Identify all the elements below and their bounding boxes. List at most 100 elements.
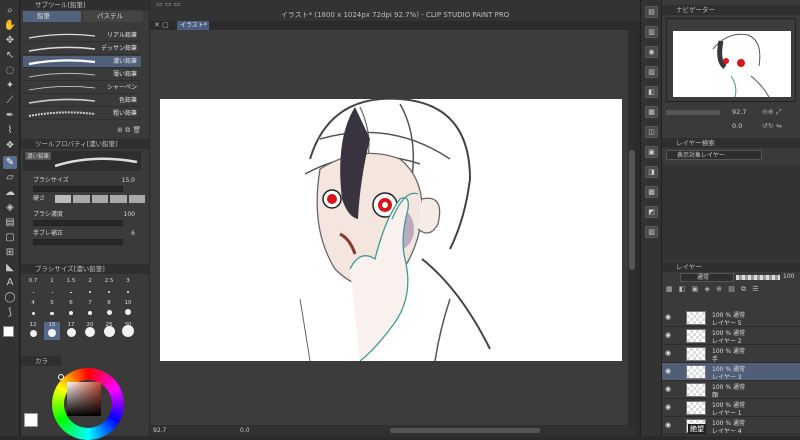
document-tab[interactable]: イラスト*: [177, 21, 209, 30]
color-square[interactable]: [67, 382, 101, 416]
layer-row[interactable]: ◉ 100 % 通常 レイヤー 4: [662, 417, 800, 435]
brush-size-slider[interactable]: [33, 186, 123, 192]
panel-icon[interactable]: ▦: [645, 106, 658, 118]
eye-icon[interactable]: ◉: [665, 385, 671, 393]
pen-tool-icon[interactable]: ✒: [3, 109, 17, 122]
lasso-tool-icon[interactable]: ◌: [3, 64, 17, 77]
brush-item-selected[interactable]: 濃い鉛筆: [23, 56, 141, 68]
brush-size-option[interactable]: 10: [120, 300, 136, 318]
density-value[interactable]: 100: [124, 209, 135, 220]
layer-search-filter[interactable]: 表示対象レイヤー: [666, 150, 762, 160]
brush-size-option[interactable]: 3: [120, 278, 136, 296]
layer-toolbar[interactable]: ▦ ◧ ▣ ◈ ⊕ ▤ ⧉ ☰: [666, 285, 796, 295]
brush-item[interactable]: シャーペン: [23, 82, 141, 94]
window-buttons[interactable]: ▭ ▭ ▭: [156, 0, 180, 8]
layer-row[interactable]: ◉ 100 % 通常顔: [662, 381, 800, 399]
brush-size-option[interactable]: 0.7: [25, 278, 41, 296]
opacity-slider[interactable]: [736, 275, 780, 280]
move-tool-icon[interactable]: ✥: [3, 34, 17, 47]
eyedropper-icon[interactable]: ⟋: [3, 94, 17, 107]
text-tool-icon[interactable]: A: [3, 276, 17, 289]
horizontal-scrollbar[interactable]: [390, 428, 540, 433]
subtool-footer-icons[interactable]: ⊕ ⧉ 🗑: [117, 126, 141, 135]
pencil-tool-icon[interactable]: ✎: [3, 156, 17, 169]
main-color-swatch[interactable]: [3, 326, 14, 337]
gradient-tool-icon[interactable]: ▤: [3, 216, 17, 229]
stabilization-slider[interactable]: [33, 239, 123, 245]
panel-icon[interactable]: ◨: [645, 166, 658, 178]
layer-row[interactable]: ◉ 100 % 通常 レイヤー 3: [662, 363, 800, 381]
hardness-selector[interactable]: [55, 195, 146, 203]
brush-item[interactable]: リアル鉛筆: [23, 30, 141, 42]
eye-icon[interactable]: ◉: [665, 403, 671, 411]
brush-size-option[interactable]: 15: [44, 322, 60, 340]
eye-icon[interactable]: ◉: [665, 331, 671, 339]
eye-icon[interactable]: ◉: [665, 313, 671, 321]
eye-icon[interactable]: ◉: [665, 349, 671, 357]
tab-pastel[interactable]: パステル: [83, 11, 143, 22]
vertical-scrollbar[interactable]: [628, 30, 636, 425]
brush-size-option[interactable]: 6: [63, 300, 79, 318]
zoom-tool-icon[interactable]: ⌕: [3, 4, 17, 17]
layer-row[interactable]: ◉ 100 % 通常 レイヤー 5: [662, 309, 800, 327]
brush-item[interactable]: 色鉛筆: [23, 95, 141, 107]
close-tab-icon[interactable]: ✕ ▢: [154, 21, 169, 29]
drawing-canvas[interactable]: [160, 99, 622, 361]
operation-tool-icon[interactable]: ↖: [3, 49, 17, 62]
status-angle[interactable]: 0.0: [240, 425, 250, 436]
blend-mode-select[interactable]: 通常: [680, 273, 734, 282]
stabilization-value[interactable]: 6: [131, 228, 135, 239]
brush-size-option[interactable]: 20: [82, 322, 98, 340]
magic-wand-icon[interactable]: ✦: [3, 79, 17, 92]
brush-size-option[interactable]: 2.5: [101, 278, 117, 296]
panel-icon[interactable]: ▩: [645, 186, 658, 198]
brush-size-option[interactable]: 2: [82, 278, 98, 296]
panel-icon[interactable]: ▥: [645, 26, 658, 38]
panel-icon[interactable]: ◫: [645, 126, 658, 138]
correction-tool-icon[interactable]: ⟆: [3, 306, 17, 319]
brush-size-option[interactable]: 17: [63, 322, 79, 340]
density-slider[interactable]: [33, 220, 123, 226]
airbrush-icon[interactable]: ❖: [3, 139, 17, 152]
panel-icon[interactable]: ▧: [645, 66, 658, 78]
brush-item[interactable]: 薄い鉛筆: [23, 69, 141, 81]
hand-tool-icon[interactable]: ✋: [3, 19, 17, 32]
brush-size-value[interactable]: 15.0: [122, 175, 135, 186]
tab-pencil[interactable]: 鉛筆: [23, 11, 81, 22]
brush-size-option[interactable]: 5: [44, 300, 60, 318]
panel-icon[interactable]: ▤: [645, 6, 658, 18]
scroll-thumb[interactable]: [629, 150, 635, 270]
brush-size-option[interactable]: 25: [101, 322, 117, 340]
navigator-rotate[interactable]: 0.0: [732, 122, 742, 130]
brush-item[interactable]: 粗い鉛筆: [23, 108, 141, 120]
brush-size-option[interactable]: 12: [25, 322, 41, 340]
layer-row[interactable]: ◉ 100 % 通常 レイヤー 2: [662, 327, 800, 345]
brush-size-option[interactable]: 1.5: [63, 278, 79, 296]
eraser-tool-icon[interactable]: ▱: [3, 171, 17, 184]
panel-icon[interactable]: ▣: [645, 146, 658, 158]
brush-size-option[interactable]: 30: [120, 322, 136, 340]
panel-icon[interactable]: ◩: [645, 206, 658, 218]
frame-tool-icon[interactable]: ⊞: [3, 246, 17, 259]
brush-size-option[interactable]: 4: [25, 300, 41, 318]
blend-tool-icon[interactable]: ☁: [3, 186, 17, 199]
opacity-value[interactable]: 100: [783, 273, 794, 280]
status-zoom[interactable]: 92.7: [153, 425, 166, 436]
fill-tool-icon[interactable]: ◈: [3, 201, 17, 214]
brush-tool-icon[interactable]: ⌇: [3, 124, 17, 137]
zoom-slider[interactable]: [666, 110, 720, 115]
navigator-zoom-buttons[interactable]: ⊖⊕ ⤢: [762, 108, 782, 117]
layer-row[interactable]: ◉ 100 % 通常 レイヤー 1: [662, 399, 800, 417]
eye-icon[interactable]: ◉: [665, 421, 671, 429]
figure-tool-icon[interactable]: ▢: [3, 231, 17, 244]
ruler-tool-icon[interactable]: ◣: [3, 261, 17, 274]
navigator-preview[interactable]: [666, 18, 796, 102]
brush-size-option[interactable]: 7: [82, 300, 98, 318]
panel-icon[interactable]: ◉: [645, 46, 658, 58]
brush-size-option[interactable]: 8: [101, 300, 117, 318]
panel-icon[interactable]: ▨: [645, 226, 658, 238]
brush-size-option[interactable]: 1: [44, 278, 60, 296]
navigator-zoom[interactable]: 92.7: [732, 108, 746, 116]
color-main-swatch[interactable]: [24, 413, 38, 427]
eye-icon[interactable]: ◉: [665, 367, 671, 375]
